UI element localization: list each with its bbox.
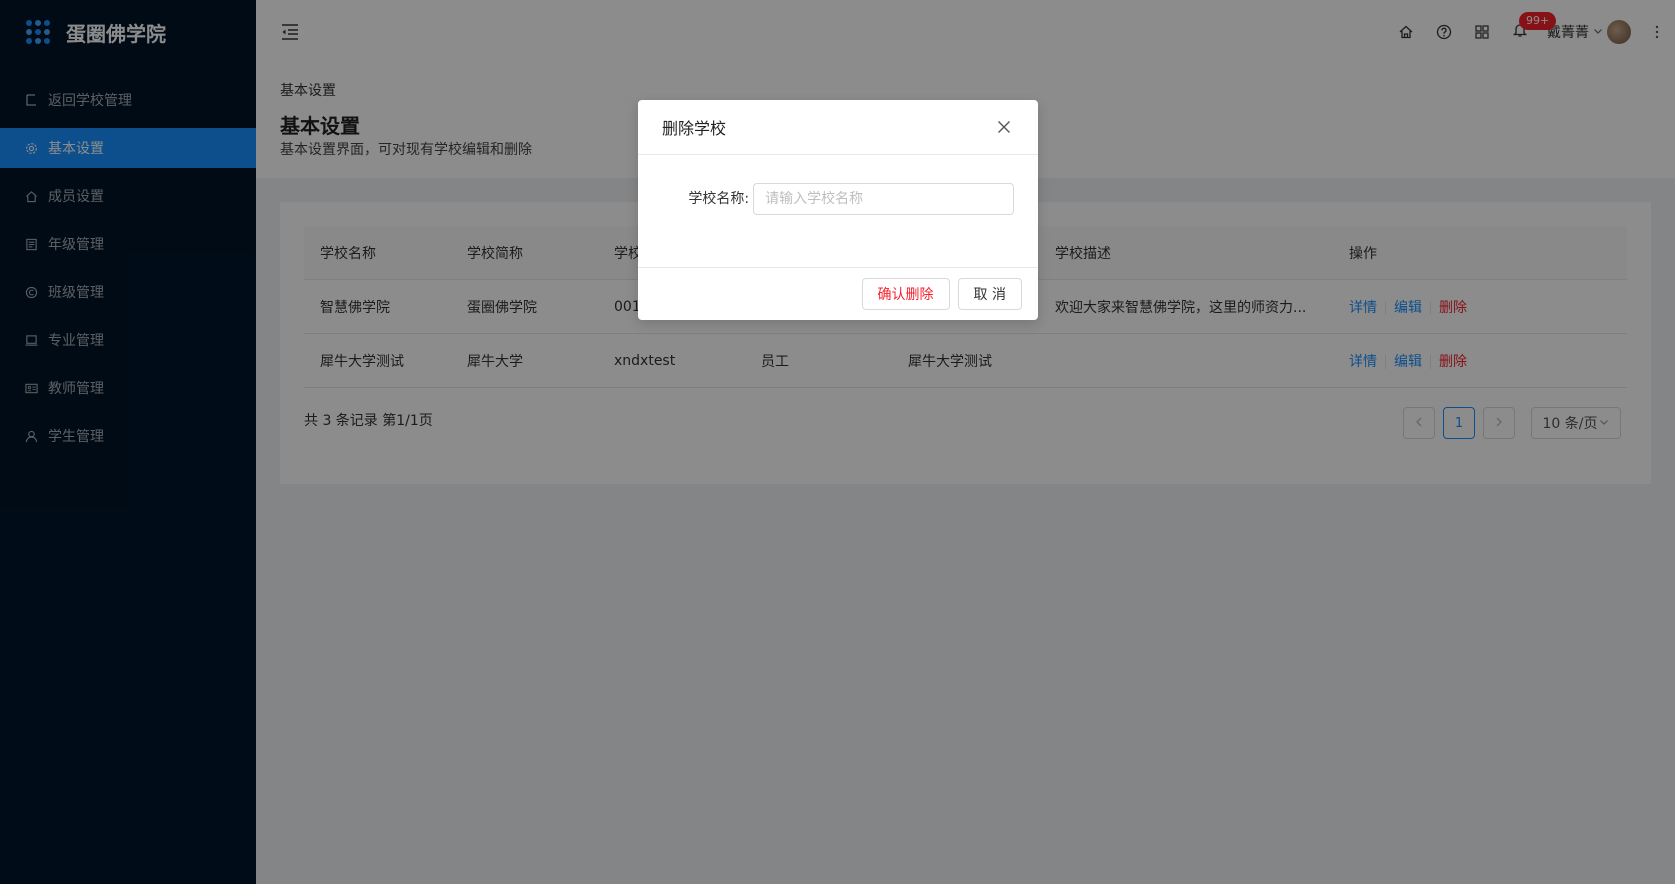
delete-school-modal: 删除学校 学校名称: 确认删除 取 消 (638, 100, 1038, 320)
school-name-label: 学校名称: (688, 191, 750, 207)
confirm-delete-button[interactable]: 确认删除 (861, 278, 950, 310)
close-icon[interactable] (994, 117, 1014, 137)
school-name-input[interactable] (753, 183, 1014, 215)
cancel-button[interactable]: 取 消 (957, 278, 1022, 310)
modal-header: 删除学校 (638, 100, 1038, 155)
modal-body: 学校名称: (638, 155, 1038, 267)
modal-title: 删除学校 (662, 119, 727, 138)
modal-footer: 确认删除 取 消 (638, 267, 1038, 320)
